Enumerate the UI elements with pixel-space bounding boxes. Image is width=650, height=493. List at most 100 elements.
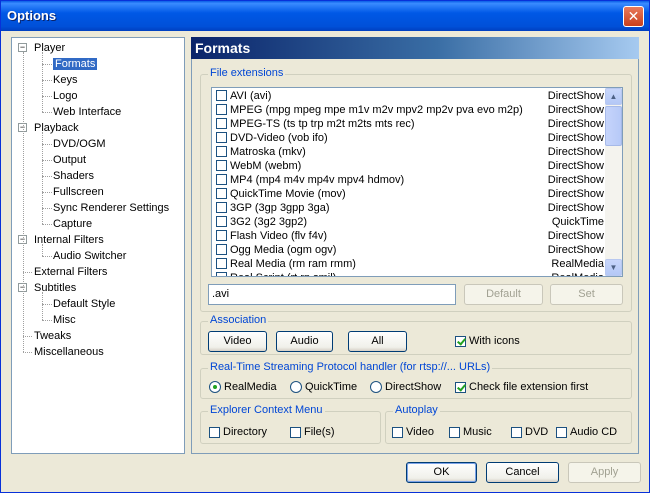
radio-checked-icon[interactable] bbox=[209, 381, 221, 394]
checkbox-icon[interactable] bbox=[216, 272, 227, 276]
list-item[interactable]: MPEG-TS (ts tp trp m2t m2ts mts rec) Dire… bbox=[212, 117, 606, 131]
autoplay-music-checkbox[interactable]: Music bbox=[449, 425, 492, 439]
checkbox-icon[interactable] bbox=[556, 426, 567, 438]
rtsp-option-realmedia[interactable]: RealMedia bbox=[209, 380, 277, 394]
tree-item[interactable]: Default Style bbox=[53, 296, 115, 312]
checkbox-icon[interactable] bbox=[392, 426, 403, 438]
association-all-button[interactable]: All bbox=[348, 331, 407, 352]
checkbox-icon[interactable] bbox=[216, 258, 227, 269]
scroll-down-icon[interactable]: ▼ bbox=[605, 259, 622, 276]
list-item[interactable]: Real Media (rm ram rmm) RealMedia bbox=[212, 257, 606, 271]
with-icons-check-icon[interactable] bbox=[455, 335, 466, 347]
tree-item[interactable]: Formats bbox=[53, 56, 98, 72]
list-item[interactable]: DVD-Video (vob ifo) DirectShow bbox=[212, 131, 606, 145]
set-button[interactable]: Set bbox=[550, 284, 623, 305]
tree-item[interactable]: Subtitles bbox=[34, 280, 76, 296]
checkbox-icon[interactable] bbox=[216, 216, 227, 227]
list-item[interactable]: MP4 (mp4 m4v mp4v mpv4 hdmov) DirectShow bbox=[212, 173, 606, 187]
rtsp-option-directshow[interactable]: DirectShow bbox=[370, 380, 441, 394]
association-video-button[interactable]: Video bbox=[208, 331, 267, 352]
title-bar[interactable]: Options ✕ bbox=[1, 1, 649, 31]
scroll-thumb[interactable] bbox=[605, 106, 622, 146]
scroll-up-icon[interactable]: ▲ bbox=[605, 88, 622, 105]
list-item[interactable]: WebM (webm) DirectShow bbox=[212, 159, 606, 173]
radio-icon[interactable] bbox=[370, 381, 382, 394]
list-item[interactable]: 3G2 (3g2 3gp2) QuickTime bbox=[212, 215, 606, 229]
check-ext-label: Check file extension first bbox=[469, 381, 589, 393]
checkbox-icon[interactable] bbox=[449, 426, 460, 438]
list-item[interactable]: Matroska (mkv) DirectShow bbox=[212, 145, 606, 159]
checkbox-icon[interactable] bbox=[216, 90, 227, 101]
list-item[interactable]: MPEG (mpg mpeg mpe m1v m2v mpv2 mp2v pva… bbox=[212, 103, 606, 117]
tree-item-label: Audio Switcher bbox=[53, 250, 127, 262]
extension-input[interactable]: .avi bbox=[208, 284, 456, 305]
tree-item[interactable]: Player bbox=[34, 40, 65, 56]
tree-item[interactable]: Tweaks bbox=[34, 328, 71, 344]
list-item[interactable]: QuickTime Movie (mov) DirectShow bbox=[212, 187, 606, 201]
checkbox-icon[interactable] bbox=[216, 244, 227, 255]
checkbox-icon[interactable] bbox=[216, 230, 227, 241]
with-icons-checkbox[interactable]: With icons bbox=[455, 334, 520, 348]
default-button[interactable]: Default bbox=[464, 284, 543, 305]
checkbox-icon[interactable] bbox=[216, 104, 227, 115]
autoplay-dvd-checkbox[interactable]: DVD bbox=[511, 425, 548, 439]
checkbox-icon[interactable] bbox=[216, 118, 227, 129]
directory-label: Directory bbox=[223, 426, 268, 438]
tree-item[interactable]: Web Interface bbox=[53, 104, 121, 120]
checkbox-icon[interactable] bbox=[216, 188, 227, 199]
format-filter: DirectShow bbox=[547, 90, 604, 102]
check-extension-first-checkbox[interactable]: Check file extension first bbox=[455, 380, 588, 394]
close-button[interactable]: ✕ bbox=[623, 6, 644, 27]
checkbox-icon[interactable] bbox=[511, 426, 522, 438]
checkbox-icon[interactable] bbox=[290, 426, 301, 438]
tree-item[interactable]: Capture bbox=[53, 216, 92, 232]
tree-item[interactable]: Internal Filters bbox=[34, 232, 104, 248]
tree-item[interactable]: Audio Switcher bbox=[53, 248, 126, 264]
tree-item-label: Playback bbox=[34, 122, 79, 134]
checkbox-icon[interactable] bbox=[216, 174, 227, 185]
autoplay-audiocd-checkbox[interactable]: Audio CD bbox=[556, 425, 617, 439]
rtsp-label: Real-Time Streaming Protocol handler (fo… bbox=[208, 361, 493, 373]
tree-item[interactable]: DVD/OGM bbox=[53, 136, 106, 152]
list-scrollbar[interactable]: ▲ ▼ bbox=[605, 88, 622, 276]
files-checkbox[interactable]: File(s) bbox=[290, 425, 335, 439]
tree-item[interactable]: Shaders bbox=[53, 168, 94, 184]
check-ext-check-icon[interactable] bbox=[455, 381, 466, 393]
format-name: Ogg Media (ogm ogv) bbox=[230, 244, 337, 256]
tree-item[interactable]: Fullscreen bbox=[53, 184, 104, 200]
settings-tree[interactable]: Player − Formats Keys Logo Web Interface Playb… bbox=[11, 37, 185, 454]
tree-item[interactable]: Output bbox=[53, 152, 86, 168]
list-item[interactable]: Real Script (rt rp smil) RealMedia bbox=[212, 271, 606, 276]
collapse-icon[interactable]: − bbox=[18, 43, 27, 52]
checkbox-icon[interactable] bbox=[216, 202, 227, 213]
list-item[interactable]: Flash Video (flv f4v) DirectShow bbox=[212, 229, 606, 243]
list-item[interactable]: 3GP (3gp 3gpp 3ga) DirectShow bbox=[212, 201, 606, 215]
checkbox-icon[interactable] bbox=[216, 160, 227, 171]
ok-button[interactable]: OK bbox=[406, 462, 477, 483]
list-item[interactable]: AVI (avi) DirectShow bbox=[212, 89, 606, 103]
radio-icon[interactable] bbox=[290, 381, 302, 394]
tree-item[interactable]: Sync Renderer Settings bbox=[53, 200, 169, 216]
format-name: 3G2 (3g2 3gp2) bbox=[230, 216, 308, 228]
tree-item[interactable]: Miscellaneous bbox=[34, 344, 104, 360]
directory-checkbox[interactable]: Directory bbox=[209, 425, 267, 439]
autoplay-video-checkbox[interactable]: Video bbox=[392, 425, 434, 439]
rtsp-option-quicktime[interactable]: QuickTime bbox=[290, 380, 357, 394]
tree-item[interactable]: Logo bbox=[53, 88, 77, 104]
tree-item[interactable]: Playback bbox=[34, 120, 79, 136]
checkbox-icon[interactable] bbox=[209, 426, 220, 438]
tree-item[interactable]: Misc bbox=[53, 312, 76, 328]
apply-button[interactable]: Apply bbox=[568, 462, 641, 483]
tree-item[interactable]: Keys bbox=[53, 72, 77, 88]
tree-item[interactable]: External Filters bbox=[34, 264, 107, 280]
association-audio-button[interactable]: Audio bbox=[276, 331, 333, 352]
format-filter: DirectShow bbox=[547, 244, 604, 256]
tree-item-label: Output bbox=[53, 154, 87, 166]
close-icon: ✕ bbox=[627, 8, 640, 24]
checkbox-icon[interactable] bbox=[216, 146, 227, 157]
file-extensions-list[interactable]: Real Script (rt rp smil)RealMediaReal Me… bbox=[211, 87, 623, 277]
checkbox-icon[interactable] bbox=[216, 132, 227, 143]
list-item[interactable]: Ogg Media (ogm ogv) DirectShow bbox=[212, 243, 606, 257]
autoplay-video-label: Video bbox=[406, 426, 434, 438]
cancel-button[interactable]: Cancel bbox=[486, 462, 559, 483]
